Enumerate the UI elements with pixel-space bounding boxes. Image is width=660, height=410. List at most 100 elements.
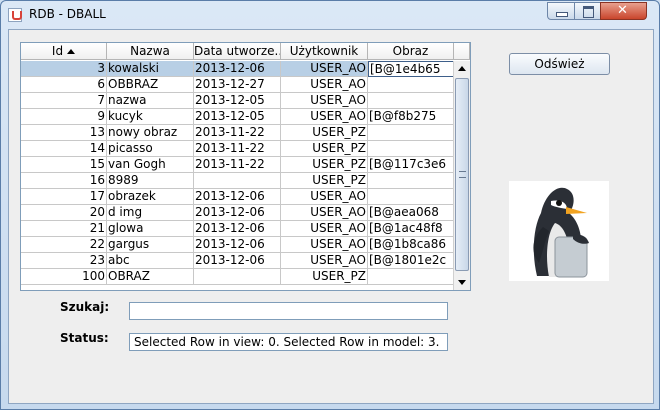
cell-id[interactable]: 6 [21,77,107,93]
cell-nazwa[interactable]: 8989 [107,173,194,189]
cell-uzytkownik[interactable]: USER_PZ [281,269,368,285]
cell-uzytkownik[interactable]: USER_PZ [281,157,368,173]
table-vertical-scrollbar[interactable] [453,61,470,290]
cell-nazwa[interactable]: OBRAZ [107,269,194,285]
minimize-button[interactable] [547,2,575,20]
cell-id[interactable]: 100 [21,269,107,285]
cell-data[interactable]: 2013-12-05 [194,109,281,125]
column-header-uzytkownik[interactable]: Użytkownik [281,43,368,60]
cell-obraz[interactable]: [B@1b8ca86 [368,237,454,253]
cell-id[interactable]: 22 [21,237,107,253]
cell-uzytkownik[interactable]: USER_AO [281,93,368,109]
cell-uzytkownik[interactable]: USER_PZ [281,141,368,157]
cell-uzytkownik[interactable]: USER_AO [281,61,368,77]
column-header-data-utworzenia[interactable]: Data utworze... [194,43,281,60]
cell-obraz[interactable] [368,173,454,189]
cell-nazwa[interactable]: nazwa [107,93,194,109]
cell-uzytkownik[interactable]: USER_AO [281,77,368,93]
cell-obraz[interactable] [368,77,454,93]
cell-id[interactable]: 21 [21,221,107,237]
table-row[interactable]: 20 d img 2013-12-06 USER_AO [B@aea068 [21,205,454,221]
cell-nazwa[interactable]: obrazek [107,189,194,205]
table-row[interactable]: 13 nowy obraz 2013-11-22 USER_PZ [21,125,454,141]
cell-nazwa[interactable]: nowy obraz [107,125,194,141]
cell-data[interactable]: 2013-11-22 [194,141,281,157]
cell-id[interactable]: 7 [21,93,107,109]
cell-nazwa[interactable]: kowalski [107,61,194,77]
cell-nazwa[interactable]: d img [107,205,194,221]
cell-obraz[interactable] [368,141,454,157]
table-row[interactable]: 22 gargus 2013-12-06 USER_AO [B@1b8ca86 [21,237,454,253]
table-row[interactable]: 21 glowa 2013-12-06 USER_AO [B@1ac48f8 [21,221,454,237]
cell-data[interactable]: 2013-12-06 [194,221,281,237]
cell-nazwa[interactable]: abc [107,253,194,269]
cell-uzytkownik[interactable]: USER_PZ [281,173,368,189]
cell-id[interactable]: 15 [21,157,107,173]
cell-id[interactable]: 9 [21,109,107,125]
table-row[interactable]: 14 picasso 2013-11-22 USER_PZ [21,141,454,157]
cell-nazwa[interactable]: picasso [107,141,194,157]
cell-obraz[interactable]: [B@1801e2c [368,253,454,269]
cell-data[interactable]: 2013-12-06 [194,61,281,77]
table-row[interactable]: 100 OBRAZ USER_PZ [21,269,454,285]
cell-data[interactable]: 2013-12-27 [194,77,281,93]
cell-data[interactable]: 2013-12-06 [194,189,281,205]
scroll-down-arrow-icon[interactable] [454,274,470,290]
cell-data[interactable]: 2013-11-22 [194,125,281,141]
cell-obraz[interactable] [368,125,454,141]
table-row[interactable]: 23 abc 2013-12-06 USER_AO [B@1801e2c [21,253,454,269]
title-bar[interactable]: RDB - DBALL [1,1,659,29]
cell-id[interactable]: 16 [21,173,107,189]
cell-nazwa[interactable]: OBBRAZ [107,77,194,93]
table-row[interactable]: 6 OBBRAZ 2013-12-27 USER_AO [21,77,454,93]
cell-data[interactable]: 2013-12-05 [194,93,281,109]
cell-data[interactable] [194,269,281,285]
table-row[interactable]: 17 obrazek 2013-12-06 USER_AO [21,189,454,205]
maximize-button[interactable] [574,2,601,20]
cell-id[interactable]: 14 [21,141,107,157]
cell-id[interactable]: 13 [21,125,107,141]
cell-id[interactable]: 20 [21,205,107,221]
cell-uzytkownik[interactable]: USER_AO [281,205,368,221]
cell-id[interactable]: 17 [21,189,107,205]
scroll-up-arrow-icon[interactable] [454,61,470,77]
cell-obraz[interactable]: [B@aea068 [368,205,454,221]
table-row[interactable]: 7 nazwa 2013-12-05 USER_AO [21,93,454,109]
scrollbar-thumb[interactable] [455,78,469,271]
cell-id[interactable]: 3 [21,61,107,77]
table-row[interactable]: 3 kowalski 2013-12-06 USER_AO [B@1e4b65 [21,61,454,77]
cell-data[interactable] [194,173,281,189]
cell-obraz[interactable] [368,269,454,285]
cell-data[interactable]: 2013-12-06 [194,205,281,221]
cell-obraz[interactable]: [B@1e4b65 [368,61,454,77]
cell-id[interactable]: 23 [21,253,107,269]
cell-data[interactable]: 2013-12-06 [194,253,281,269]
cell-uzytkownik[interactable]: USER_AO [281,189,368,205]
close-button[interactable] [600,2,647,20]
cell-nazwa[interactable]: van Gogh [107,157,194,173]
cell-obraz[interactable]: [B@117c3e6 [368,157,454,173]
column-header-id[interactable]: Id [21,43,107,60]
search-input[interactable] [129,302,448,320]
column-header-nazwa[interactable]: Nazwa [107,43,194,60]
cell-nazwa[interactable]: glowa [107,221,194,237]
column-header-obraz[interactable]: Obraz [368,43,454,60]
cell-uzytkownik[interactable]: USER_PZ [281,125,368,141]
table-row[interactable]: 15 van Gogh 2013-11-22 USER_PZ [B@117c3e6 [21,157,454,173]
table-row[interactable]: 9 kucyk 2013-12-05 USER_AO [B@f8b275 [21,109,454,125]
cell-obraz[interactable]: [B@f8b275 [368,109,454,125]
refresh-button[interactable]: Odśwież [509,53,610,75]
cell-obraz[interactable]: [B@1ac48f8 [368,221,454,237]
cell-nazwa[interactable]: gargus [107,237,194,253]
records-table[interactable]: Id Nazwa Data utworze... Użytkownik Obra… [20,42,471,291]
cell-uzytkownik[interactable]: USER_AO [281,109,368,125]
cell-uzytkownik[interactable]: USER_AO [281,221,368,237]
cell-data[interactable]: 2013-12-06 [194,237,281,253]
cell-uzytkownik[interactable]: USER_AO [281,237,368,253]
table-row[interactable]: 16 8989 USER_PZ [21,173,454,189]
cell-uzytkownik[interactable]: USER_AO [281,253,368,269]
cell-nazwa[interactable]: kucyk [107,109,194,125]
cell-data[interactable]: 2013-11-22 [194,157,281,173]
cell-obraz[interactable] [368,189,454,205]
cell-obraz[interactable] [368,93,454,109]
